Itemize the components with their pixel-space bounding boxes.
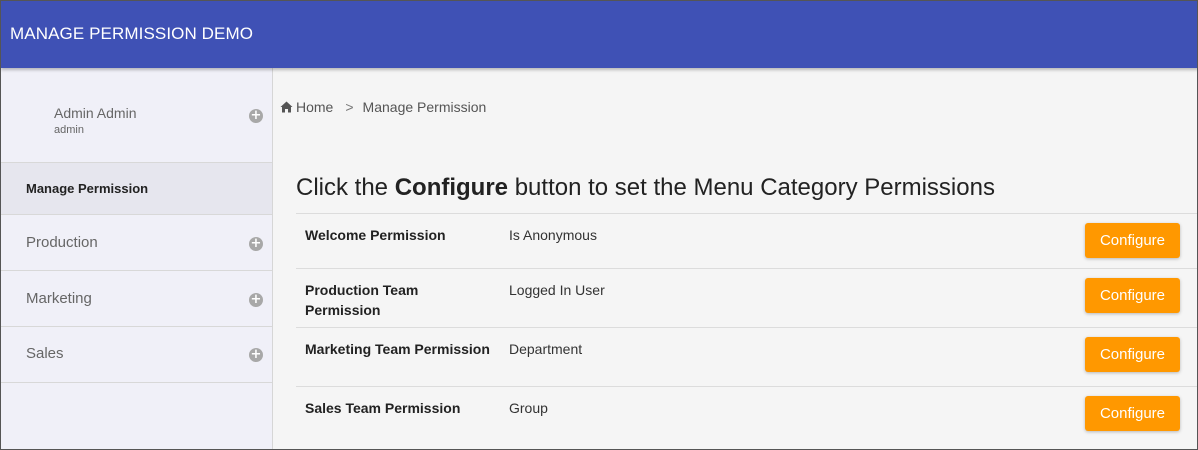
page-title: Click the Configure button to set the Me… (296, 174, 995, 202)
sidebar-item-manage-permission[interactable]: Manage Permission (1, 163, 272, 215)
user-role: admin (54, 124, 84, 136)
app-title: MANAGE PERMISSION DEMO (10, 24, 254, 43)
configure-button[interactable]: Configure (1085, 278, 1180, 313)
sidebar: Admin Admin admin + Manage Permission Pr… (1, 68, 273, 449)
table-row: Sales Team Permission Group Configure (296, 386, 1197, 446)
table-row: Welcome Permission Is Anonymous Configur… (296, 213, 1197, 268)
permission-name: Production Team Permission (305, 282, 419, 318)
configure-button[interactable]: Configure (1085, 337, 1180, 372)
user-name: Admin Admin (54, 105, 137, 121)
configure-button[interactable]: Configure (1085, 396, 1180, 431)
breadcrumb-current: Manage Permission (362, 99, 487, 115)
permission-type: Department (509, 341, 583, 357)
sidebar-item-label: Manage Permission (26, 181, 149, 196)
page-title-suffix: button to set the Menu Category Permissi… (508, 174, 995, 201)
table-row: Marketing Team Permission Department Con… (296, 327, 1197, 386)
plus-circle-icon[interactable]: + (249, 237, 263, 251)
main-content: Home > Manage Permission Click the Configu… (274, 68, 1197, 449)
app-window: MANAGE PERMISSION DEMO Admin Admin admin… (0, 0, 1198, 450)
permission-type: Group (509, 400, 548, 416)
breadcrumb-home-link[interactable]: Home (296, 99, 333, 115)
permission-type: Logged In User (509, 282, 605, 298)
table-row: Production Team Permission Logged In Use… (296, 268, 1197, 327)
sidebar-item-label: Production (26, 234, 98, 251)
permission-name: Welcome Permission (305, 227, 446, 243)
sidebar-item-production[interactable]: Production + (1, 215, 272, 271)
breadcrumb: Home > Manage Permission (280, 99, 486, 116)
plus-circle-icon[interactable]: + (249, 293, 263, 307)
page-title-bold: Configure (394, 174, 509, 201)
sidebar-item-label: Marketing (26, 290, 92, 307)
permission-name: Sales Team Permission (305, 400, 461, 416)
sidebar-item-marketing[interactable]: Marketing + (1, 271, 272, 327)
sidebar-item-sales[interactable]: Sales + (1, 327, 272, 383)
user-profile[interactable]: Admin Admin admin + (1, 68, 272, 163)
sidebar-item-label: Sales (26, 345, 64, 362)
chevron-right-icon: > (345, 99, 354, 115)
permission-name: Marketing Team Permission (305, 341, 490, 357)
top-app-bar: MANAGE PERMISSION DEMO (1, 1, 1197, 68)
page-title-prefix: Click the (296, 174, 395, 201)
plus-circle-icon[interactable]: + (249, 109, 263, 123)
configure-button[interactable]: Configure (1085, 223, 1180, 258)
plus-circle-icon[interactable]: + (249, 348, 263, 362)
home-icon[interactable] (280, 100, 293, 116)
permission-type: Is Anonymous (509, 227, 597, 243)
